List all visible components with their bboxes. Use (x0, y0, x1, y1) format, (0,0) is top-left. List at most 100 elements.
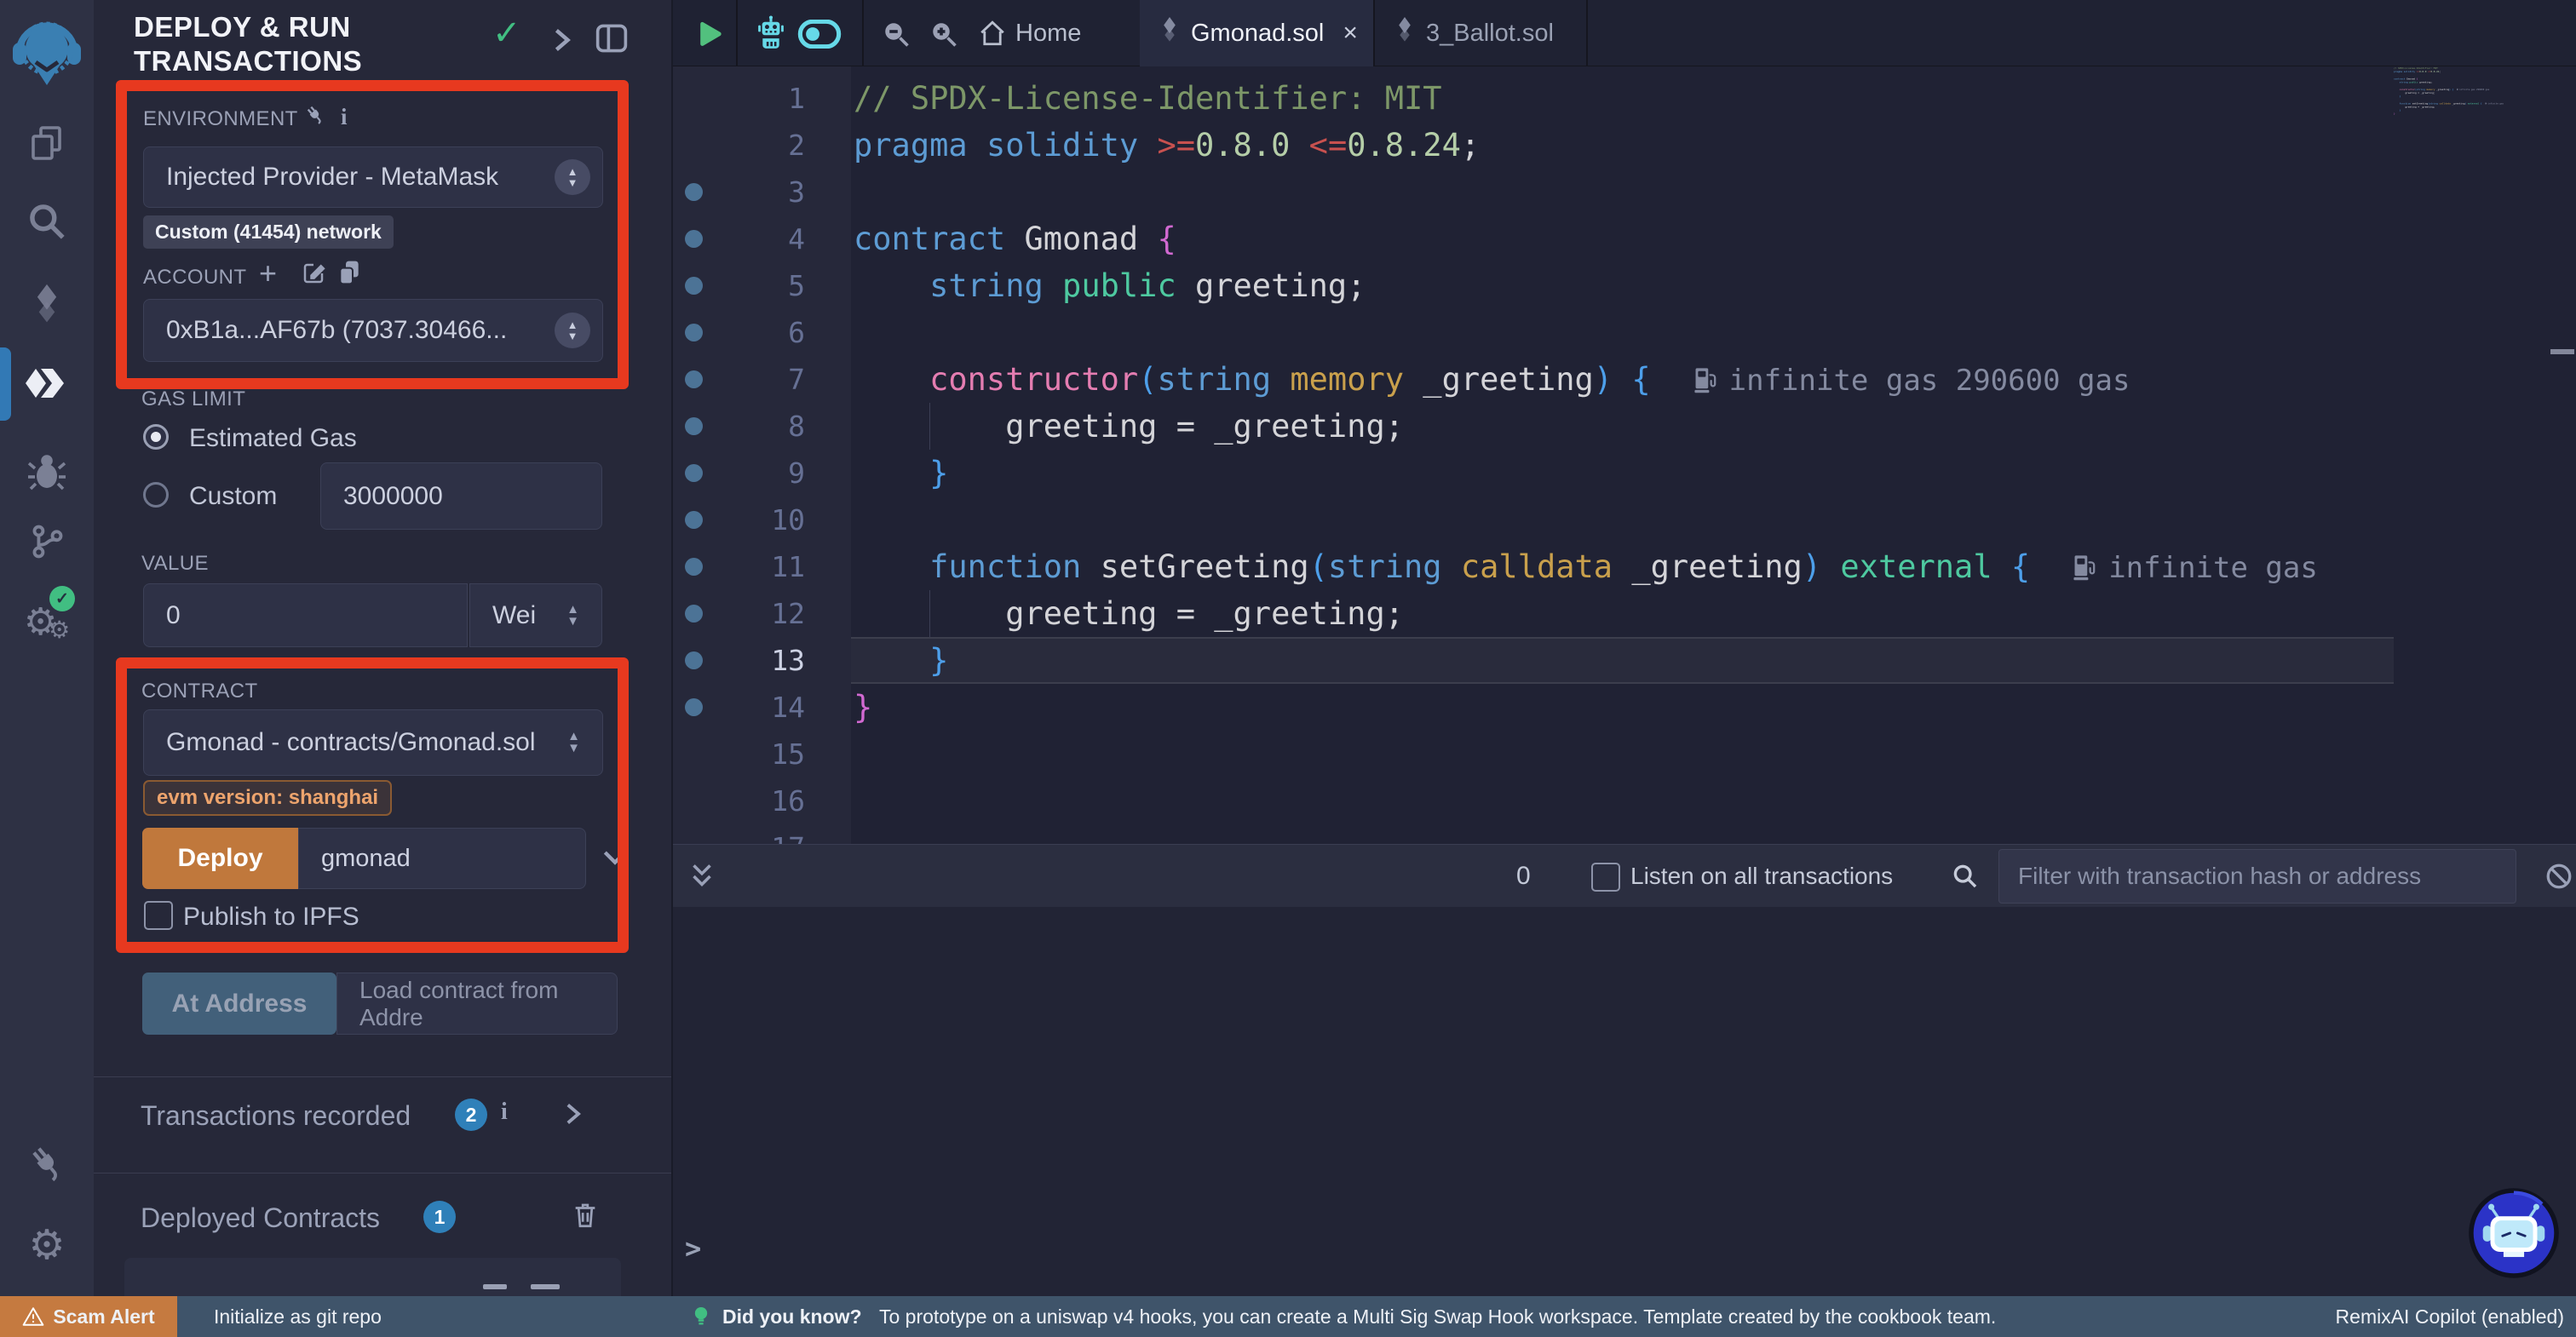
plug-small-icon[interactable] (304, 104, 328, 132)
constructor-arg-input[interactable]: gmonad (298, 828, 586, 889)
add-account-icon[interactable]: + (259, 255, 277, 291)
contract-label: CONTRACT (141, 680, 258, 703)
solidity-compiler-icon[interactable]: ✓ (0, 278, 94, 332)
deploy-button[interactable]: Deploy (142, 828, 298, 889)
zoom-out-icon[interactable] (881, 19, 911, 54)
at-address-input[interactable]: Load contract from Addre (336, 973, 618, 1035)
plugin-manager-icon[interactable]: ⚙⚙ (0, 594, 94, 649)
pin-panel-icon[interactable] (595, 22, 629, 59)
file-explorer-icon[interactable] (0, 118, 94, 169)
panel-check-icon: ✓ (492, 14, 521, 53)
line-number: 14 (707, 684, 805, 731)
code-line[interactable]: 9 } (673, 450, 2576, 496)
value-input[interactable]: 0 (143, 583, 468, 647)
source-control-icon[interactable] (0, 516, 94, 567)
estimated-gas-label: Estimated Gas (189, 424, 357, 453)
custom-gas-value: 3000000 (343, 482, 443, 511)
custom-gas-radio[interactable] (143, 482, 169, 508)
tab-gmonad-sol[interactable]: Gmonad.sol × (1140, 0, 1375, 66)
search-icon[interactable] (0, 196, 94, 247)
code-line[interactable]: 5 string public greeting; (673, 262, 2576, 309)
breakpoint-dot[interactable] (685, 558, 703, 576)
breakpoint-dot[interactable] (685, 698, 703, 716)
code-line[interactable]: 8 greeting = _greeting; (673, 403, 2576, 450)
breakpoint-dot[interactable] (685, 183, 703, 201)
breakpoint-dot[interactable] (685, 370, 703, 388)
remixai-assistant-button[interactable] (2467, 1186, 2561, 1280)
at-address-button[interactable]: At Address (142, 973, 336, 1035)
deploy-and-run-icon[interactable] (0, 356, 94, 410)
code-line[interactable]: 13 } (673, 637, 2576, 684)
debugger-icon[interactable] (0, 445, 94, 496)
editor-tabbar: Home Gmonad.sol × 3_Ballot.sol (673, 0, 2576, 66)
info-icon[interactable]: i (341, 104, 348, 130)
transaction-filter-input[interactable] (1998, 849, 2516, 904)
code-line[interactable]: 1// SPDX-License-Identifier: MIT (673, 75, 2576, 122)
settings-gear-icon[interactable]: ⚙ (0, 1219, 94, 1271)
line-number: 13 (707, 637, 805, 684)
tab-3-ballot-sol[interactable]: 3_Ballot.sol (1375, 0, 1588, 66)
terminal-search-icon[interactable] (1951, 862, 1980, 895)
chevron-right-icon[interactable] (549, 26, 574, 59)
expand-transactions-icon[interactable] (561, 1100, 584, 1132)
code-line[interactable]: 12 greeting = _greeting; (673, 590, 2576, 637)
contract-select[interactable]: Gmonad - contracts/Gmonad.sol ▲▼ (143, 709, 603, 776)
remixai-robot-icon[interactable] (753, 15, 789, 57)
breakpoint-dot[interactable] (685, 651, 703, 669)
breakpoint-dot[interactable] (685, 605, 703, 623)
separator (736, 0, 738, 66)
scam-alert-button[interactable]: Scam Alert (0, 1296, 177, 1337)
zoom-in-icon[interactable] (929, 19, 959, 54)
terminal-toolbar: 0 Listen on all transactions (673, 844, 2576, 907)
home-icon[interactable] (978, 19, 1007, 52)
code-line[interactable]: 17 (673, 824, 2576, 844)
remix-logo-icon[interactable] (0, 19, 94, 92)
value-unit-select[interactable]: Wei ▲▼ (469, 583, 602, 647)
environment-select[interactable]: Injected Provider - MetaMask ▲▼ (143, 146, 603, 208)
code-editor[interactable]: 1// SPDX-License-Identifier: MIT2pragma … (673, 66, 2576, 844)
info-icon[interactable]: i (501, 1099, 508, 1126)
code-line[interactable]: 16 (673, 778, 2576, 824)
code-line[interactable]: 15 (673, 731, 2576, 778)
code-line[interactable]: 4contract Gmonad { (673, 215, 2576, 262)
code-line[interactable]: 7 constructor(string memory _greeting) {… (673, 356, 2576, 403)
estimated-gas-radio[interactable] (143, 424, 169, 450)
code-line[interactable]: 14} (673, 684, 2576, 731)
copy-account-icon[interactable] (337, 259, 361, 290)
current-line-highlight (851, 637, 2394, 684)
plug-icon[interactable] (0, 1138, 94, 1189)
line-number: 9 (707, 450, 805, 496)
breakpoint-dot[interactable] (685, 464, 703, 482)
publish-ipfs-checkbox[interactable] (144, 901, 173, 930)
editor-minimap[interactable]: // SPDX-License-Identifier: MITpragma so… (2394, 66, 2564, 211)
breakpoint-dot[interactable] (685, 511, 703, 529)
code-line[interactable]: 3 (673, 169, 2576, 215)
line-number: 7 (707, 356, 805, 403)
code-line[interactable]: 10 (673, 496, 2576, 543)
git-init-button[interactable]: Initialize as git repo (214, 1296, 382, 1337)
expand-terminal-icon[interactable] (688, 860, 716, 897)
close-tab-icon[interactable]: × (1343, 19, 1358, 48)
code-line[interactable]: 6 (673, 309, 2576, 356)
edit-account-icon[interactable] (301, 261, 326, 290)
copilot-toggle-icon[interactable] (797, 20, 842, 53)
deployed-contract-item[interactable] (124, 1258, 621, 1296)
terminal-output[interactable]: > (673, 907, 2576, 1296)
breakpoint-dot[interactable] (685, 324, 703, 341)
run-script-icon[interactable] (695, 18, 724, 53)
custom-gas-input[interactable]: 3000000 (320, 462, 602, 530)
breakpoint-dot[interactable] (685, 230, 703, 248)
expand-deploy-icon[interactable] (598, 840, 632, 878)
select-stepper-icon: ▲▼ (555, 313, 590, 348)
tab-home[interactable]: Home (1015, 0, 1081, 66)
code-line[interactable]: 2pragma solidity >=0.8.0 <=0.8.24; (673, 122, 2576, 169)
breakpoint-dot[interactable] (685, 417, 703, 435)
copilot-status[interactable]: RemixAI Copilot (enabled) (2336, 1296, 2564, 1337)
clear-terminal-icon[interactable] (2544, 861, 2574, 896)
trash-icon[interactable] (571, 1199, 600, 1236)
account-select[interactable]: 0xB1a...AF67b (7037.30466... ▲▼ (143, 299, 603, 362)
code-line[interactable]: 11 function setGreeting(string calldata … (673, 543, 2576, 590)
breakpoint-dot[interactable] (685, 277, 703, 295)
listen-all-checkbox[interactable] (1591, 863, 1620, 892)
terminal-prompt: > (685, 1232, 701, 1265)
